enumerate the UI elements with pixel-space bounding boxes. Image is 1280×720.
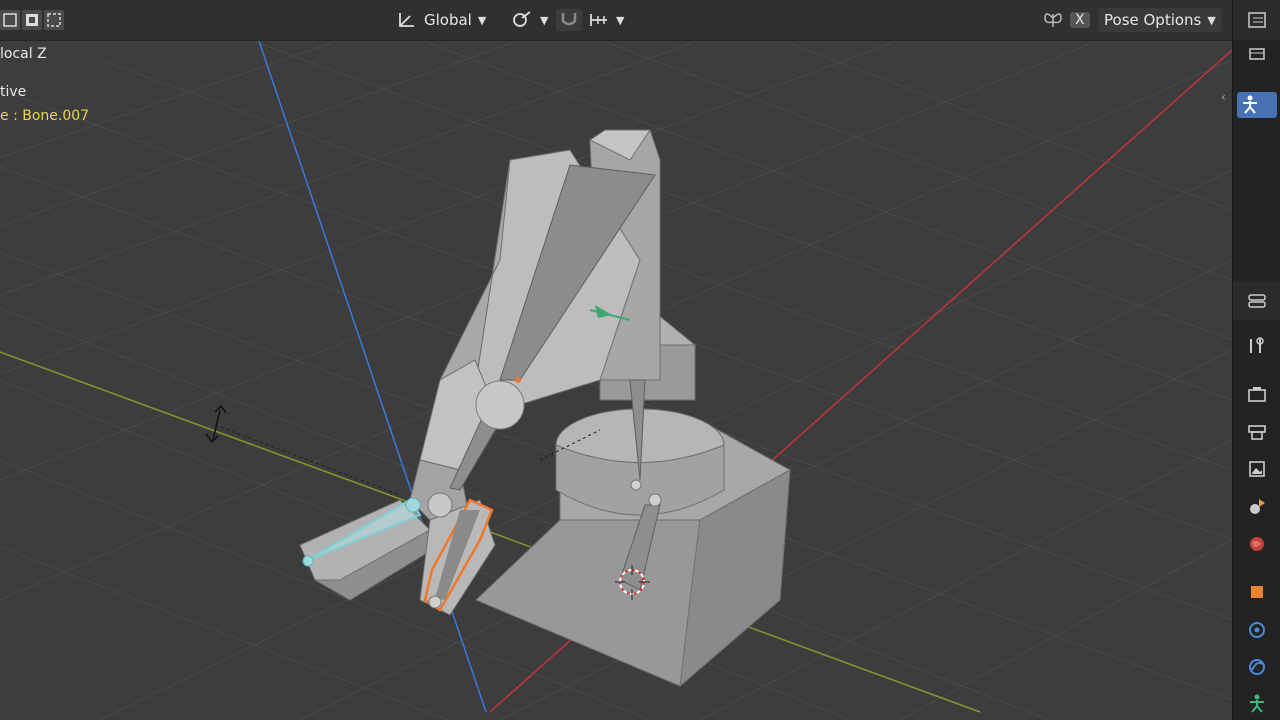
viewport-header: Global ▼ ▼ ▼ X Pose Options ▼ [0, 0, 1232, 41]
pose-active-icon [1243, 95, 1257, 114]
butterfly-icon [1044, 13, 1062, 27]
bone-joint-elbow [475, 380, 525, 430]
render-icon[interactable] [1245, 382, 1269, 406]
viewport-canvas[interactable] [0, 0, 1232, 720]
chevron-down-icon: ▼ [616, 13, 625, 27]
x-mirror-label: X [1070, 12, 1090, 28]
operator-axis-info: local Z [0, 46, 47, 62]
transform-orientation-dropdown[interactable]: Global ▼ [396, 8, 486, 32]
select-mode-group[interactable] [0, 8, 66, 32]
armature-data-icon[interactable] [1245, 692, 1269, 716]
chevron-down-icon: ▼ [477, 13, 487, 27]
pose-active-button[interactable] [1237, 92, 1277, 118]
properties-sidebar [1232, 0, 1280, 720]
select-mode-icons[interactable] [0, 8, 66, 32]
world-icon[interactable] [1245, 532, 1269, 556]
3d-viewport[interactable] [0, 0, 1232, 720]
object-icon[interactable] [1245, 580, 1269, 604]
output-icon[interactable] [1245, 420, 1269, 444]
tool-icon[interactable] [1245, 334, 1269, 358]
transform-orientation-label: Global [424, 11, 472, 29]
active-bone-info: e : Bone.007 [0, 108, 90, 124]
viewport-mode-info: tive [0, 84, 27, 100]
snap-target-icon[interactable] [588, 10, 610, 30]
outliner-editor-icon[interactable] [1245, 8, 1269, 32]
physics-icon[interactable] [1245, 655, 1269, 679]
sidebar-collapse-icon[interactable]: ‹ [1221, 90, 1226, 104]
x-mirror-toggle[interactable]: X [1042, 8, 1090, 32]
pivot-point-dropdown[interactable]: ▼ [510, 8, 548, 32]
pivot-link-icon [513, 11, 531, 27]
object-mode-icon[interactable] [1245, 42, 1269, 66]
snap-magnet-icon[interactable] [556, 9, 582, 31]
orientation-axes-icon [399, 13, 414, 27]
pose-options-dropdown[interactable]: Pose Options ▼ [1098, 8, 1222, 32]
pose-options-label: Pose Options [1104, 11, 1202, 29]
snap-group[interactable]: ▼ [556, 8, 624, 32]
scene-icon[interactable] [1245, 495, 1269, 519]
properties-editor-icon[interactable] [1245, 289, 1269, 313]
chevron-down-icon: ▼ [1207, 13, 1216, 27]
chevron-down-icon: ▼ [540, 13, 549, 27]
modifier-icon[interactable] [1245, 618, 1269, 642]
view-layer-icon[interactable] [1245, 457, 1269, 481]
